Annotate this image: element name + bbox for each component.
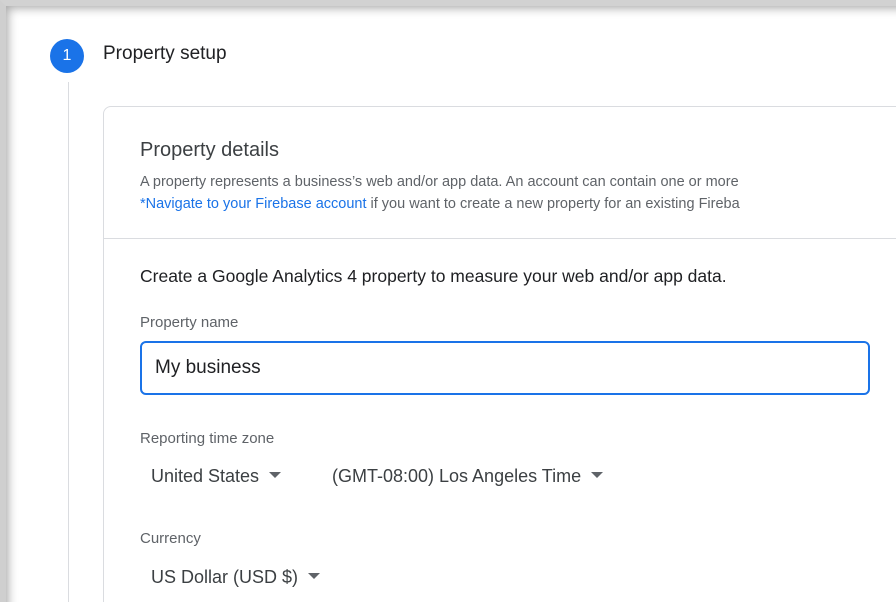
description-text: A property represents a business’s web a… xyxy=(140,174,739,190)
firebase-line: *Navigate to your Firebase account if yo… xyxy=(140,193,740,215)
chevron-down-icon xyxy=(591,472,604,479)
currency-select[interactable]: US Dollar (USD $) xyxy=(151,567,321,588)
card-description: A property represents a business’s web a… xyxy=(140,171,740,215)
currency-label: Currency xyxy=(140,530,201,547)
intro-text: Create a Google Analytics 4 property to … xyxy=(140,266,727,286)
currency-value: US Dollar (USD $) xyxy=(151,567,299,587)
time-zone-country-select[interactable]: United States xyxy=(151,466,282,487)
time-zone-value: (GMT-08:00) Los Angeles Time xyxy=(332,466,582,486)
property-name-input[interactable] xyxy=(140,341,870,395)
time-zone-country-value: United States xyxy=(151,466,260,486)
property-details-card: Property details A property represents a… xyxy=(103,106,896,602)
property-name-label: Property name xyxy=(140,314,239,331)
chevron-down-icon xyxy=(308,573,321,580)
step-title[interactable]: Property setup xyxy=(103,43,227,65)
window-frame: 1 Property setup Property details A prop… xyxy=(0,0,896,602)
firebase-link[interactable]: *Navigate to your Firebase account xyxy=(140,196,367,212)
card-title: Property details xyxy=(140,139,279,161)
firebase-line-text: if you want to create a new property for… xyxy=(366,196,740,212)
step-number-badge: 1 xyxy=(50,39,84,73)
chevron-down-icon xyxy=(269,472,282,479)
step-connector-line xyxy=(68,82,69,602)
time-zone-label: Reporting time zone xyxy=(140,430,275,447)
card-header: Property details A property represents a… xyxy=(104,107,896,239)
time-zone-select[interactable]: (GMT-08:00) Los Angeles Time xyxy=(332,466,604,487)
